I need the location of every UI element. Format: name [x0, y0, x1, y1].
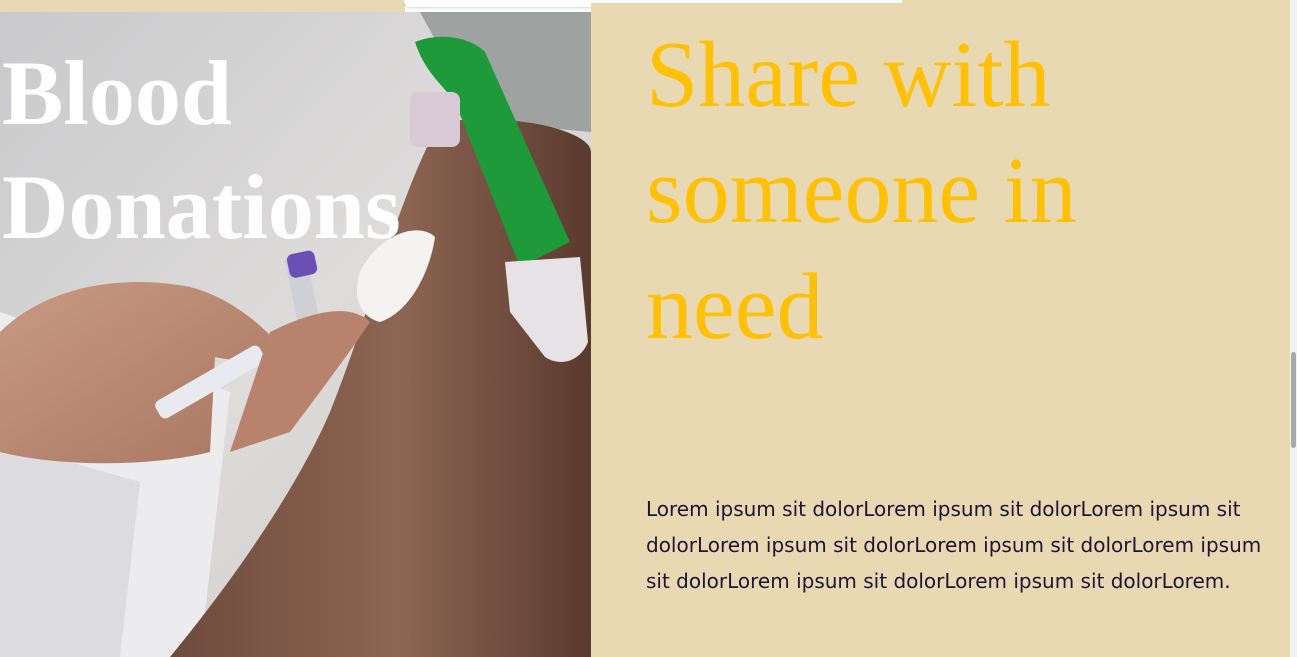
headline: Share with someone in need — [646, 23, 1077, 359]
hero-title: Blood Donations — [2, 42, 401, 258]
top-strip-left — [0, 0, 405, 12]
hero-image-panel: Blood Donations — [0, 12, 591, 657]
body-text: Lorem ipsum sit dolorLorem ipsum sit dol… — [646, 497, 1262, 593]
content-panel: Share with someone in need Lorem ipsum s… — [591, 3, 1290, 657]
scrollbar-thumb[interactable] — [1291, 352, 1296, 448]
vertical-scrollbar[interactable] — [1290, 0, 1297, 657]
